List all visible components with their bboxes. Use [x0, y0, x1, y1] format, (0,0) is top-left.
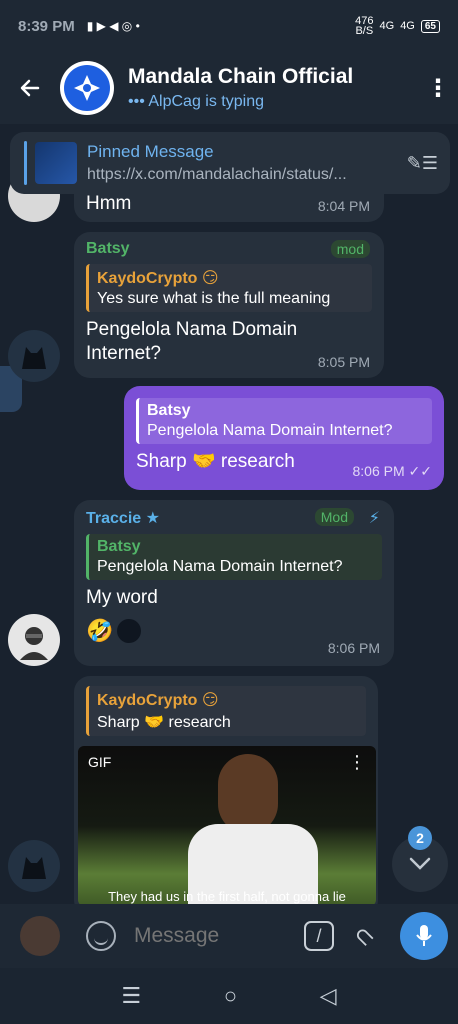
reply-preview[interactable]: KaydoCrypto 😏 Sharp 🤝 research — [86, 686, 366, 736]
status-right: 476 B/S 4G 4G 65 — [355, 16, 440, 37]
avatar[interactable] — [8, 614, 60, 666]
reaction-emoji[interactable]: 🤣 — [86, 618, 113, 644]
role-badge: Mod — [314, 508, 354, 526]
message-text: Pengelola Nama Domain Internet? — [86, 319, 298, 364]
reply-text: Yes sure what is the full meaning — [97, 290, 331, 307]
reply-text: Pengelola Nama Domain Internet? — [97, 558, 343, 575]
back-arrow-icon[interactable] — [0, 76, 60, 100]
status-bar: 8:39 PM ▮ ▶ ◀ ◎ • 476 B/S 4G 4G 65 — [0, 0, 458, 52]
message-bubble[interactable]: Batsy mod KaydoCrypto 😏 Yes sure what is… — [74, 232, 384, 378]
reply-preview[interactable]: Batsy Pengelola Nama Domain Internet? — [136, 398, 432, 444]
notification-icons: ▮ ▶ ◀ ◎ • — [86, 19, 140, 33]
chat-area[interactable]: Pinned Message https://x.com/mandalachai… — [0, 124, 458, 904]
attach-icon[interactable]: ⊂ — [347, 919, 382, 954]
signal-1: 4G — [379, 20, 395, 32]
pinned-title: Pinned Message — [87, 142, 214, 161]
message-time: 8:05 PM — [317, 354, 370, 370]
read-check-icon: ✓✓ — [408, 463, 432, 479]
message-composer: / ⊂ — [0, 904, 458, 968]
chat-title: Mandala Chain Official — [128, 65, 354, 88]
net-speed-unit: B/S — [355, 25, 374, 37]
microphone-button[interactable] — [400, 912, 448, 960]
status-time: 8:39 PM — [18, 17, 75, 35]
reply-preview[interactable]: KaydoCrypto 😏 Yes sure what is the full … — [86, 264, 372, 312]
message-time-value: 8:06 PM — [352, 463, 405, 479]
battery-icon: 65 — [420, 19, 440, 33]
message-text: My word — [86, 587, 158, 608]
sender-name[interactable]: Batsy — [86, 240, 372, 258]
mandala-logo-icon — [64, 65, 110, 111]
message-time: 8:06 PM — [327, 640, 380, 656]
outgoing-message-bubble[interactable]: Batsy Pengelola Nama Domain Internet? Sh… — [124, 386, 444, 490]
typing-text: AlpCag is typing — [148, 93, 264, 110]
message-bubble[interactable]: KaydoCrypto 😏 Sharp 🤝 research GIF ⋮ The… — [74, 676, 378, 904]
unread-count-badge: 2 — [408, 826, 432, 850]
recents-icon[interactable]: ☰ — [121, 983, 141, 1009]
typing-dots-icon: ••• — [128, 93, 145, 110]
avatar[interactable] — [8, 330, 60, 382]
reply-sender: KaydoCrypto 😏 — [97, 692, 219, 709]
reply-preview[interactable]: Batsy Pengelola Nama Domain Internet? — [86, 534, 382, 580]
emoji-icon[interactable] — [86, 921, 116, 951]
message-bubble[interactable]: Traccie ★ Mod ⚡ Batsy Pengelola Nama Dom… — [74, 500, 394, 666]
gif-person — [188, 754, 318, 904]
net-speed: 476 B/S — [355, 16, 374, 37]
reply-sender: KaydoCrypto 😏 — [97, 270, 219, 287]
pinned-message-bar[interactable]: Pinned Message https://x.com/mandalachai… — [10, 132, 450, 194]
signal-2: 4G — [400, 20, 415, 32]
reply-text: Pengelola Nama Domain Internet? — [147, 422, 393, 439]
send-as-avatar[interactable] — [20, 916, 60, 956]
channel-avatar[interactable] — [60, 61, 114, 115]
gif-caption: They had us in the first half, not gonna… — [108, 889, 346, 904]
system-nav-bar: ☰ ○ ◁ — [0, 968, 458, 1024]
boost-icon: ⚡ — [368, 510, 380, 527]
back-icon[interactable]: ◁ — [320, 983, 337, 1009]
pinned-indicator — [24, 141, 27, 185]
reply-text: Sharp 🤝 research — [97, 714, 231, 731]
avatar[interactable] — [8, 840, 60, 892]
message-time: 8:04 PM — [317, 198, 370, 214]
home-icon[interactable]: ○ — [224, 983, 237, 1009]
message-time: 8:06 PM ✓✓ — [353, 463, 433, 480]
gif-label: GIF — [88, 754, 112, 770]
reply-sender: Batsy — [97, 538, 141, 555]
star-icon: ★ — [145, 510, 160, 527]
gif-media[interactable]: GIF ⋮ They had us in the first half, not… — [78, 746, 376, 904]
reaction-user-avatar — [117, 619, 142, 643]
gif-menu-icon[interactable]: ⋮ — [348, 752, 366, 773]
reply-sender: Batsy — [147, 402, 191, 419]
bot-command-icon[interactable]: / — [304, 921, 334, 951]
sender-name-text: Traccie — [86, 510, 142, 527]
chat-header: Mandala Chain Official ••• AlpCag is typ… — [0, 52, 458, 124]
typing-status: ••• AlpCag is typing — [128, 93, 353, 111]
role-badge: mod — [330, 240, 370, 258]
more-options-icon[interactable]: ⋮ — [418, 74, 458, 103]
header-titles[interactable]: Mandala Chain Official ••• AlpCag is typ… — [128, 65, 353, 111]
message-input[interactable] — [134, 924, 284, 948]
pinned-text: https://x.com/mandalachain/status/... — [87, 166, 347, 183]
pin-list-icon[interactable]: ✎☰ — [407, 153, 438, 174]
pinned-thumbnail — [35, 142, 77, 184]
